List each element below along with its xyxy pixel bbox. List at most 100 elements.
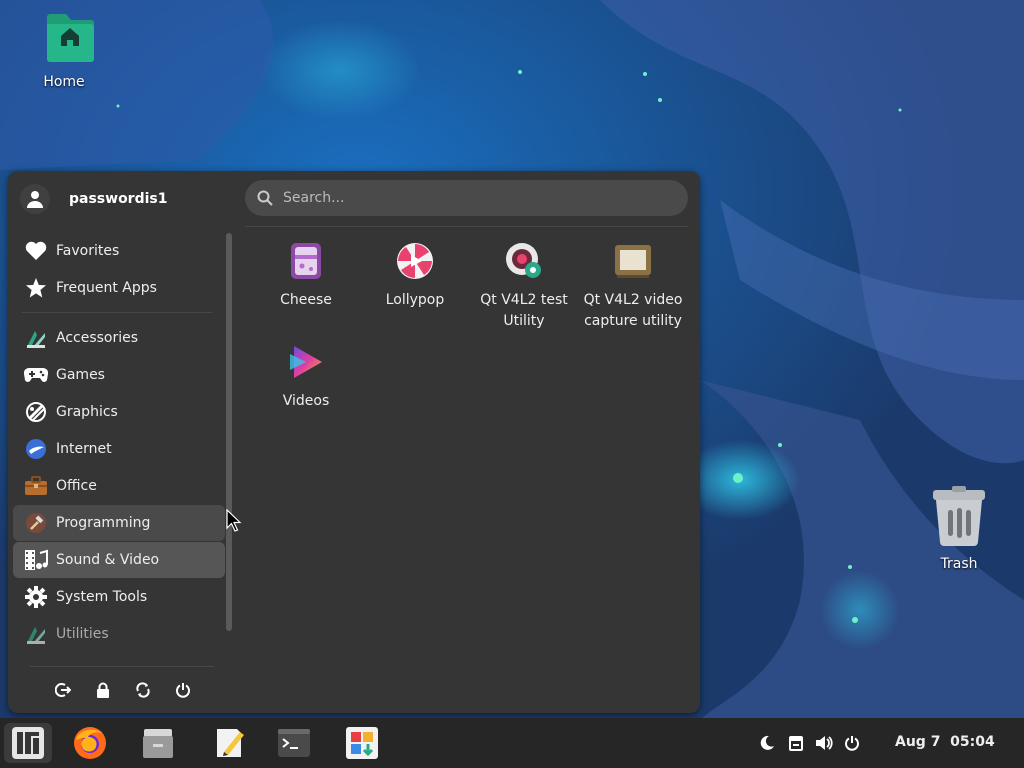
category-sound-video[interactable]: Sound & Video	[13, 542, 225, 578]
category-label: Graphics	[56, 404, 118, 420]
firefox-icon	[74, 727, 106, 759]
app-videos[interactable]: Videos	[252, 342, 360, 412]
category-programming[interactable]: Programming	[13, 505, 225, 541]
category-label: Utilities	[56, 626, 109, 642]
app-label: Lollypop	[385, 292, 445, 308]
internet-icon	[24, 437, 48, 461]
graphics-icon	[24, 400, 48, 424]
category-label: Programming	[56, 515, 151, 531]
power-button[interactable]	[171, 678, 195, 702]
trash-icon	[933, 486, 985, 546]
app-label: Videos	[282, 393, 330, 409]
category-scrollbar[interactable]	[226, 233, 232, 631]
app-cheese[interactable]: Cheese	[252, 241, 360, 311]
application-menu: passwordis1 Favorites Frequent Apps Acce…	[8, 171, 700, 713]
switch-user-icon	[136, 682, 150, 698]
text-editor-icon	[217, 729, 244, 757]
app-label-line: Utility	[503, 313, 545, 329]
menu-icon	[12, 727, 44, 759]
tray-volume[interactable]	[812, 731, 836, 755]
divider	[245, 226, 688, 227]
taskbar-text-editor[interactable]	[207, 723, 251, 763]
category-internet[interactable]: Internet	[13, 431, 225, 467]
category-label: Sound & Video	[56, 552, 160, 568]
desktop-icon-trash[interactable]: Trash	[914, 484, 1004, 572]
taskbar-file-manager[interactable]	[136, 723, 180, 763]
category-games[interactable]: Games	[13, 357, 225, 393]
folder-home-icon	[47, 14, 94, 62]
videos-icon	[290, 346, 322, 378]
briefcase-icon	[24, 474, 48, 498]
hammer-icon	[24, 511, 48, 535]
file-manager-icon	[143, 729, 173, 758]
search-box[interactable]	[245, 180, 688, 216]
lock-icon	[97, 682, 109, 698]
divider	[30, 666, 214, 667]
user-account[interactable]: passwordis1	[20, 183, 168, 215]
app-qt-v4l2-test-utility[interactable]: Qt V4L2 test Utility	[470, 241, 578, 332]
volume-icon	[816, 736, 833, 750]
night-mode-icon	[760, 735, 774, 750]
desktop-icon-home-label: Home	[43, 74, 85, 90]
search-icon	[257, 190, 273, 206]
category-label: Office	[56, 478, 97, 494]
mouse-cursor-icon	[226, 509, 242, 532]
utilities-icon	[24, 622, 48, 646]
taskbar-menu-button[interactable]	[4, 723, 52, 763]
desktop-icon-home[interactable]: Home	[19, 10, 109, 90]
logout-button[interactable]	[51, 678, 75, 702]
star-icon	[24, 276, 48, 300]
category-label: System Tools	[56, 589, 148, 605]
category-label: Games	[56, 367, 105, 383]
accessories-icon	[24, 326, 48, 350]
logout-icon	[55, 683, 71, 697]
category-label: Frequent Apps	[56, 280, 157, 296]
lollypop-icon	[397, 243, 433, 279]
divider	[22, 312, 212, 313]
taskbar: Aug 7 05:04	[0, 718, 1024, 768]
tray-clipboard[interactable]	[784, 731, 808, 755]
gear-icon	[24, 585, 48, 609]
cheese-icon	[291, 243, 321, 279]
switch-user-button[interactable]	[131, 678, 155, 702]
category-accessories[interactable]: Accessories	[13, 320, 225, 356]
taskbar-software-store[interactable]	[340, 723, 384, 763]
app-label-line: capture utility	[584, 313, 682, 329]
app-label-line: Qt V4L2 video	[583, 292, 683, 308]
app-lollypop[interactable]: Lollypop	[361, 241, 469, 311]
tray-power[interactable]	[840, 731, 864, 755]
category-label: Internet	[56, 441, 112, 457]
app-label-line: Qt V4L2 test	[480, 292, 568, 308]
category-utilities[interactable]: Utilities	[13, 616, 225, 652]
username: passwordis1	[69, 191, 168, 207]
taskbar-firefox[interactable]	[68, 723, 112, 763]
heart-icon	[24, 239, 48, 263]
power-icon	[176, 683, 190, 698]
user-avatar-icon	[20, 184, 50, 214]
category-system-tools[interactable]: System Tools	[13, 579, 225, 615]
webcam-icon	[506, 243, 541, 278]
app-qt-v4l2-video-capture-utility[interactable]: Qt V4L2 video capture utility	[579, 241, 687, 332]
app-label: Cheese	[280, 292, 332, 308]
category-graphics[interactable]: Graphics	[13, 394, 225, 430]
category-office[interactable]: Office	[13, 468, 225, 504]
video-capture-icon	[615, 245, 651, 278]
clipboard-icon	[789, 736, 803, 751]
power-icon	[845, 736, 859, 751]
category-frequent-apps[interactable]: Frequent Apps	[13, 270, 225, 306]
taskbar-terminal[interactable]	[272, 723, 316, 763]
clock[interactable]: Aug 7 05:04	[895, 734, 995, 750]
software-store-icon	[346, 727, 378, 759]
category-favorites[interactable]: Favorites	[13, 233, 225, 269]
tray-night-mode[interactable]	[755, 731, 779, 755]
film-music-icon	[24, 548, 48, 572]
gamepad-icon	[24, 363, 48, 387]
terminal-icon	[278, 729, 310, 757]
search-input[interactable]	[281, 189, 665, 207]
app-label: Qt V4L2 test Utility	[470, 290, 578, 332]
lock-button[interactable]	[91, 678, 115, 702]
category-label: Favorites	[56, 243, 120, 259]
app-label: Qt V4L2 video capture utility	[579, 290, 687, 332]
category-label: Accessories	[56, 330, 139, 346]
desktop-icon-trash-label: Trash	[940, 556, 978, 572]
